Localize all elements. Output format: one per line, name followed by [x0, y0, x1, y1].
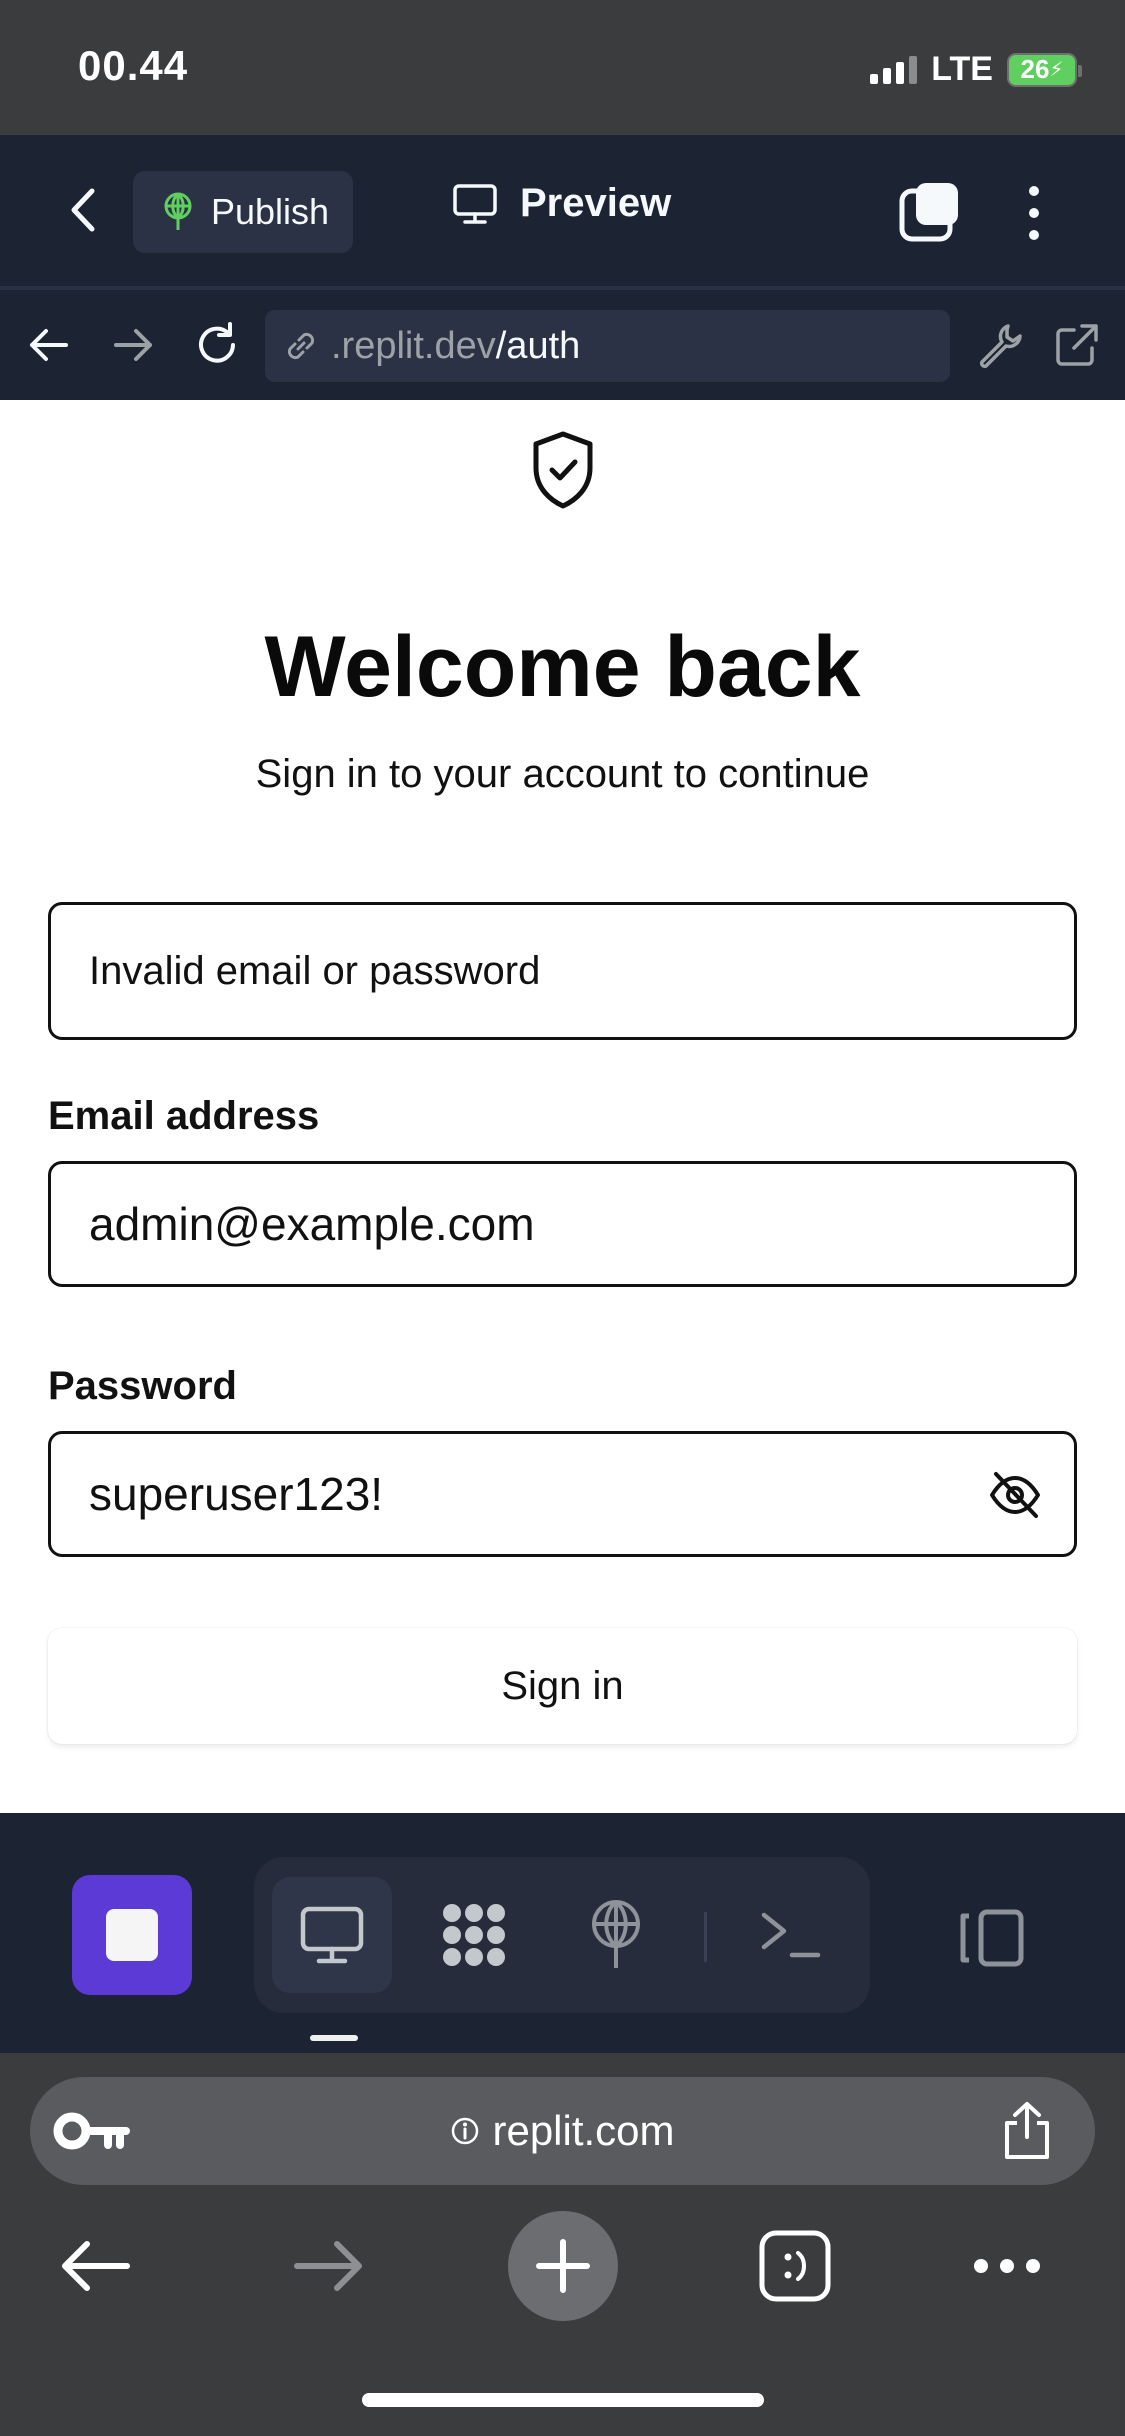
status-bar: 00.44 LTE 26 ⚡	[0, 0, 1125, 135]
preview-address-bar: .replit.dev/auth	[0, 290, 1125, 400]
layout-panels-icon[interactable]	[955, 1908, 1027, 1968]
tab-shell[interactable]	[730, 1877, 850, 1993]
stop-button[interactable]	[72, 1875, 192, 1995]
publish-icon	[592, 1900, 640, 1968]
tabs-button[interactable]	[740, 2211, 850, 2321]
error-alert: Invalid email or password	[48, 902, 1077, 1040]
sign-in-button[interactable]: Sign in	[48, 1628, 1077, 1744]
preview-content: Welcome back Sign in to your account to …	[0, 400, 1125, 1813]
tab-divider	[704, 1912, 707, 1962]
safari-forward-button[interactable]	[274, 2211, 384, 2321]
nav-back-icon[interactable]	[22, 318, 76, 372]
workspace-bottom-toolbar	[0, 1813, 1125, 2053]
page-title: Welcome back	[264, 619, 861, 715]
eye-off-icon[interactable]	[988, 1470, 1042, 1520]
back-chevron-icon[interactable]	[60, 185, 110, 235]
home-indicator	[362, 2393, 764, 2407]
safari-back-button[interactable]	[40, 2211, 150, 2321]
password-value: superuser123!	[89, 1468, 384, 1520]
tab-preview-monitor[interactable]	[272, 1877, 392, 1993]
url-input[interactable]: .replit.dev/auth	[265, 310, 950, 382]
nav-forward-icon[interactable]	[106, 318, 160, 372]
tab-agent[interactable]	[414, 1877, 534, 1993]
reload-icon[interactable]	[190, 318, 244, 372]
monitor-icon	[300, 1906, 364, 1964]
windows-icon[interactable]	[898, 181, 960, 243]
email-value: admin@example.com	[89, 1198, 535, 1250]
agent-icon	[443, 1904, 505, 1966]
url-host: .replit.dev	[331, 324, 496, 367]
sheet-handle	[310, 2035, 358, 2041]
battery-level: 26	[1020, 54, 1050, 84]
info-icon	[452, 2117, 479, 2145]
arrow-left-icon	[62, 2241, 130, 2291]
shield-check-icon	[533, 431, 593, 509]
link-icon	[287, 332, 315, 360]
publish-label: Publish	[211, 191, 330, 232]
monitor-icon	[453, 183, 497, 224]
safari-more-button[interactable]	[952, 2211, 1062, 2321]
more-vertical-icon[interactable]	[1022, 183, 1046, 243]
safari-url-text: replit.com	[492, 2107, 675, 2154]
more-horizontal-icon	[974, 2259, 1040, 2273]
arrow-right-icon	[294, 2241, 362, 2291]
safari-url-field[interactable]: replit.com	[30, 2077, 1095, 2185]
url-path: /auth	[495, 324, 581, 367]
tab-publish[interactable]	[556, 1877, 676, 1993]
safari-url-display: replit.com	[30, 2077, 1095, 2185]
open-external-icon[interactable]	[1050, 318, 1104, 372]
terminal-icon	[761, 1912, 821, 1958]
stop-icon	[106, 1909, 158, 1961]
tabs-smiley-icon	[759, 2230, 831, 2302]
devtools-wrench-icon[interactable]	[972, 318, 1026, 372]
safari-bar: replit.com	[0, 2053, 1125, 2436]
status-indicators: LTE 26 ⚡	[870, 50, 1082, 89]
email-field[interactable]: admin@example.com	[48, 1161, 1077, 1287]
battery-icon: 26 ⚡	[1007, 52, 1082, 87]
signal-icon	[870, 55, 918, 84]
tab-preview[interactable]: Preview	[452, 181, 671, 226]
network-type: LTE	[931, 50, 993, 88]
workspace-toolbar: Publish Preview	[0, 135, 1125, 290]
page-subtitle: Sign in to your account to continue	[255, 752, 870, 796]
plus-icon	[536, 2239, 590, 2293]
new-tab-button[interactable]	[508, 2211, 618, 2321]
email-label: Email address	[48, 1094, 320, 1138]
share-icon[interactable]	[999, 2101, 1055, 2161]
status-time: 00.44	[78, 42, 189, 89]
password-field[interactable]: superuser123!	[48, 1431, 1077, 1557]
password-label: Password	[48, 1364, 237, 1408]
tool-tabs	[254, 1857, 870, 2013]
publish-button[interactable]: Publish	[133, 171, 353, 253]
sign-in-label: Sign in	[501, 1663, 624, 1708]
preview-label: Preview	[520, 181, 672, 225]
publish-icon	[164, 192, 192, 230]
